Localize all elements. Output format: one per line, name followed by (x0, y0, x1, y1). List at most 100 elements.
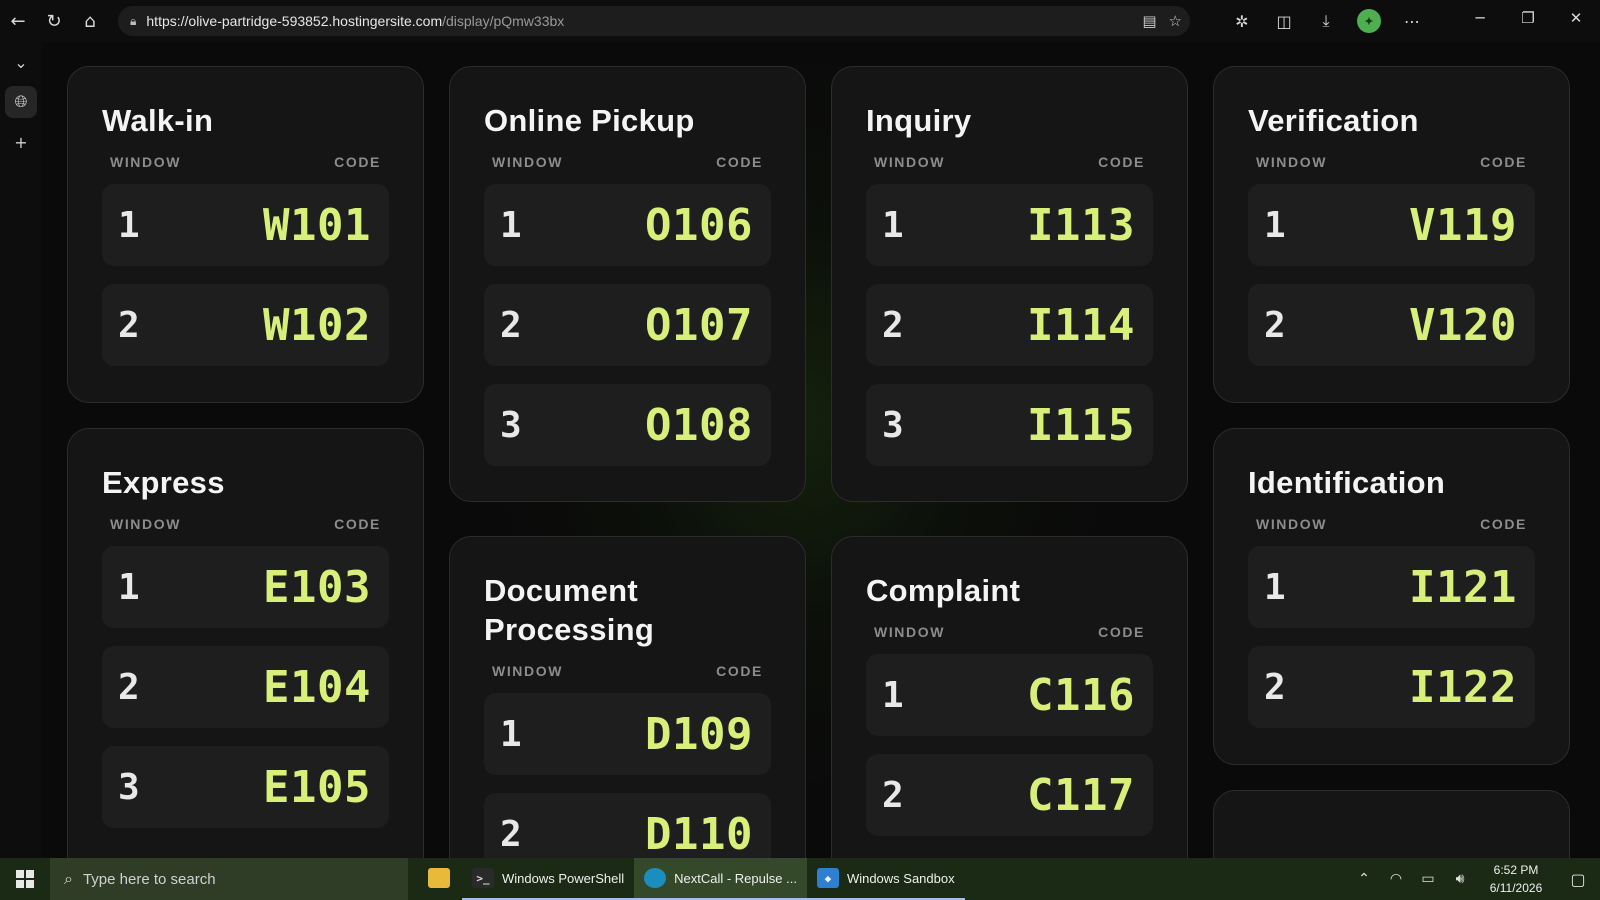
close-icon[interactable]: ✕ (1552, 0, 1600, 36)
profile-avatar[interactable]: ✦ (1357, 9, 1381, 33)
back-icon[interactable]: ← (0, 3, 36, 39)
notifications-icon[interactable]: ▢ (1556, 870, 1600, 889)
window-number: 3 (118, 766, 140, 808)
chevron-down-icon[interactable]: ⌄ (0, 42, 42, 82)
queue-row: 1 W101 (102, 184, 389, 266)
column-headers: WINDOW CODE (874, 624, 1145, 640)
taskbar-app-powershell[interactable]: >_ Windows PowerShell (462, 858, 635, 900)
queue-code: O108 (645, 399, 753, 451)
code-header: CODE (716, 154, 763, 170)
lock-icon[interactable]: 🔒︎ (130, 14, 136, 29)
search-placeholder: Type here to search (82, 870, 216, 888)
queue-code: I113 (1027, 199, 1135, 251)
system-tray: ⌃ ◠ ▭ 🔊︎ 6:52 PM 6/11/2026 ▢ (1348, 858, 1600, 900)
taskbar-search[interactable]: ⌕ Type here to search (50, 858, 408, 900)
window-number: 1 (1264, 204, 1286, 246)
window-number: 1 (500, 204, 522, 246)
window-number: 2 (118, 304, 140, 346)
wifi-icon[interactable]: ◠ (1380, 871, 1412, 887)
taskbar-app-nextcall[interactable]: NextCall - Repulse ... (634, 858, 807, 900)
favorite-star-icon[interactable]: ☆ (1169, 12, 1182, 30)
column-headers: WINDOW CODE (110, 516, 381, 532)
service-card-verification: Verification WINDOW CODE 1 V119 2 V120 (1213, 66, 1570, 403)
reading-view-icon[interactable]: ▤ (1142, 12, 1156, 30)
queue-code: W102 (263, 299, 371, 351)
window-header: WINDOW (874, 624, 946, 640)
folder-icon (428, 868, 450, 888)
service-title: Document Processing (484, 573, 655, 647)
queue-row: 3 I115 (866, 384, 1153, 466)
queue-code: V120 (1409, 299, 1517, 351)
column-headers: WINDOW CODE (874, 154, 1145, 170)
clock[interactable]: 6:52 PM 6/11/2026 (1476, 861, 1556, 897)
code-header: CODE (1480, 154, 1527, 170)
new-tab-plus-icon[interactable]: + (0, 122, 42, 162)
window-header: WINDOW (110, 516, 182, 532)
queue-row: 1 C116 (866, 654, 1153, 736)
code-header: CODE (334, 516, 381, 532)
extensions-icon[interactable]: ✲ (1225, 3, 1259, 39)
sandbox-icon: ◆ (816, 868, 839, 888)
queue-row: 1 I121 (1248, 546, 1535, 628)
split-screen-icon[interactable]: ◫ (1267, 3, 1301, 39)
service-title: Inquiry (866, 103, 972, 138)
service-title: Verification (1248, 103, 1419, 138)
address-bar[interactable]: 🔒︎ https://olive-partridge-593852.hostin… (118, 6, 1190, 36)
queue-code: I122 (1409, 661, 1517, 713)
queue-code: V119 (1409, 199, 1517, 251)
column-headers: WINDOW CODE (110, 154, 381, 170)
code-header: CODE (716, 663, 763, 679)
minimize-icon[interactable]: ─ (1456, 0, 1504, 36)
chevron-up-icon[interactable]: ⌃ (1348, 871, 1380, 887)
globe-tab-icon[interactable]: 🌐︎ (5, 86, 37, 118)
queue-code: E105 (263, 761, 371, 813)
download-icon[interactable]: ⤓ (1309, 3, 1343, 39)
window-number: 2 (882, 774, 904, 816)
clock-date: 6/11/2026 (1489, 881, 1543, 895)
window-number: 2 (500, 813, 522, 855)
service-card-express: Express WINDOW CODE 1 E103 2 E104 3 E105 (67, 428, 424, 858)
battery-icon[interactable]: ▭ (1412, 871, 1444, 887)
queue-code: E104 (263, 661, 371, 713)
queue-code: D110 (645, 808, 753, 859)
service-title: Complaint (866, 573, 1021, 608)
window-header: WINDOW (110, 154, 182, 170)
window-header: WINDOW (492, 663, 564, 679)
service-card-document-processing: Document Processing WINDOW CODE 1 D109 2… (449, 536, 806, 858)
service-card-partial (1213, 790, 1570, 858)
window-number: 1 (118, 204, 140, 246)
volume-icon[interactable]: 🔊︎ (1444, 871, 1476, 887)
queue-code: C116 (1027, 669, 1135, 721)
file-explorer-app[interactable] (416, 858, 462, 900)
search-icon: ⌕ (64, 869, 73, 888)
queue-row: 1 O106 (484, 184, 771, 266)
queue-row: 2 I114 (866, 284, 1153, 366)
taskbar-app-sandbox[interactable]: ◆ Windows Sandbox (806, 858, 965, 900)
edge-browser-icon (644, 868, 667, 888)
home-icon[interactable]: ⌂ (72, 3, 108, 39)
window-number: 2 (1264, 666, 1286, 708)
service-title: Express (102, 465, 225, 500)
window-number: 2 (882, 304, 904, 346)
service-card-inquiry: Inquiry WINDOW CODE 1 I113 2 I114 3 I115 (831, 66, 1188, 502)
more-menu-icon[interactable]: ⋯ (1395, 3, 1429, 39)
restore-icon[interactable]: ❐ (1504, 0, 1552, 36)
service-title: Online Pickup (484, 103, 695, 138)
window-number: 1 (882, 674, 904, 716)
window-number: 1 (500, 713, 522, 755)
column-headers: WINDOW CODE (492, 663, 763, 679)
window-header: WINDOW (492, 154, 564, 170)
queue-row: 2 D110 (484, 793, 771, 858)
queue-code: C117 (1027, 769, 1135, 821)
start-button[interactable] (0, 858, 50, 900)
queue-code: I121 (1409, 561, 1517, 613)
refresh-icon[interactable]: ↻ (36, 3, 72, 39)
queue-row: 1 V119 (1248, 184, 1535, 266)
queue-row: 1 D109 (484, 693, 771, 775)
window-number: 1 (882, 204, 904, 246)
window-number: 1 (118, 566, 140, 608)
url-text[interactable]: https://olive-partridge-593852.hostinger… (146, 13, 564, 29)
window-header: WINDOW (874, 154, 946, 170)
queue-code: I115 (1027, 399, 1135, 451)
window-number: 2 (1264, 304, 1286, 346)
